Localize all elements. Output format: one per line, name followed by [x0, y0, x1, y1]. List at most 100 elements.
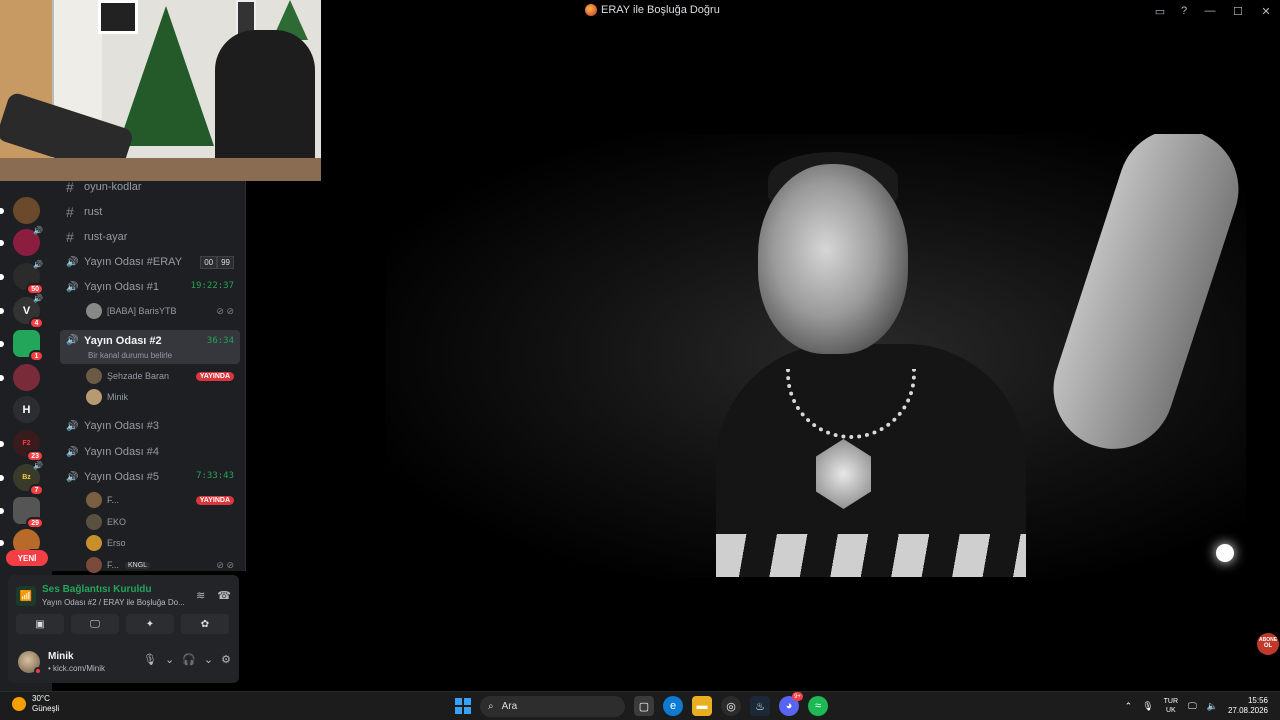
voice-connection-panel: 📶 Ses Bağlantısı Kuruldu Yayın Odası #2 …	[8, 575, 239, 683]
server-icon[interactable]: 1	[0, 330, 44, 362]
volume-icon[interactable]: 🔈	[1207, 701, 1218, 712]
weather-widget[interactable]: 30°C Güneşli	[12, 694, 59, 715]
new-servers-badge[interactable]: YENİ	[6, 550, 48, 566]
subscribe-badge[interactable]: ABONE OL	[1257, 633, 1279, 655]
language-indicator[interactable]: TUR UK	[1164, 697, 1178, 715]
chevron-up-icon[interactable]: ⌃	[1125, 701, 1133, 712]
christmas-tree	[118, 6, 214, 146]
start-button[interactable]	[455, 698, 471, 714]
voice-user[interactable]: [BABA] BarisYTB ⊘ ⊘	[86, 301, 238, 321]
muted-icon: ⊘ ⊘	[216, 559, 234, 570]
user-name: Minik	[48, 651, 74, 662]
speaker-icon: 🔊	[33, 226, 43, 235]
screen-share-button[interactable]: 🖵	[71, 614, 119, 634]
voice-channel-eray[interactable]: 🔊 Yayın Odası #ERAY 00 99	[60, 251, 240, 273]
voice-channel-5[interactable]: 🔊 Yayın Odası #5 7:33:43	[60, 466, 240, 488]
speaker-icon: 🔊	[66, 420, 79, 432]
spotify-icon[interactable]: ≈	[808, 696, 828, 716]
window-title: ERAY ile Boşluğa Doğru	[585, 4, 720, 16]
muted-icon: ⊘ ⊘	[216, 305, 234, 316]
disconnect-icon[interactable]: ☎	[217, 589, 231, 602]
hash-icon: #	[66, 179, 74, 195]
voice-user[interactable]: EKO	[86, 512, 238, 532]
avatar	[86, 514, 102, 530]
avatar	[86, 535, 102, 551]
edge-icon[interactable]: e	[663, 696, 683, 716]
server-icon[interactable]: 🔊 V 4	[0, 294, 44, 329]
voice-status[interactable]: Ses Bağlantısı Kuruldu	[42, 584, 151, 595]
voice-user[interactable]: Şehzade Baran YAYINDA	[86, 366, 238, 386]
performer	[758, 164, 908, 354]
avatar	[86, 492, 102, 508]
discord-window: ERAY ile Boşluğa Doğru ▭ ? — ☐ ✕ 🔊 🔊 50 🔊…	[0, 0, 1280, 720]
channel-status[interactable]: Bir kanal durumu belirle	[88, 351, 172, 360]
clock[interactable]: 15:56 27.08.2026	[1228, 696, 1268, 717]
soundboard-button[interactable]: ✿	[181, 614, 229, 634]
channel-rust-ayar[interactable]: # rust-ayar	[60, 226, 240, 248]
voice-channel-2[interactable]: 🔊 Yayın Odası #2 36:34 Bir kanal durumu …	[60, 330, 240, 364]
speaker-icon: 🔊	[33, 294, 43, 303]
voice-channel-4[interactable]: 🔊 Yayın Odası #4	[60, 441, 240, 463]
speaker-icon: 🔊	[66, 471, 79, 483]
network-icon[interactable]: 🖵	[1188, 701, 1197, 712]
weather-desc: Güneşli	[32, 704, 60, 714]
channel-rust[interactable]: # rust	[60, 201, 240, 223]
gear-icon[interactable]: ⚙	[221, 653, 231, 666]
voice-user[interactable]: Minik	[86, 387, 238, 407]
server-icon[interactable]: 🔊 50	[0, 260, 44, 295]
avatar	[86, 303, 102, 319]
taskbar-apps: ▢ e ▬ ◎ ♨ ◕ 9+ ≈	[634, 692, 828, 716]
voice-channel-1[interactable]: 🔊 Yayın Odası #1 19:22:37	[60, 276, 240, 298]
close-button[interactable]: ✕	[1252, 0, 1280, 22]
stream-favicon-icon	[585, 4, 597, 16]
speaker-icon: 🔊	[33, 461, 43, 470]
server-icon[interactable]	[0, 197, 40, 224]
mention-badge: 1	[29, 350, 44, 362]
user-custom-status: • kick.com/Minik	[48, 664, 106, 673]
help-icon[interactable]: ?	[1172, 0, 1196, 22]
search-placeholder: Ara	[501, 701, 518, 712]
minimize-button[interactable]: —	[1196, 0, 1224, 22]
webcam-overlay	[0, 0, 321, 181]
server-icon[interactable]: H	[13, 396, 40, 423]
server-icon[interactable]	[0, 364, 40, 391]
obs-icon[interactable]: ◎	[721, 696, 741, 716]
speaker-icon: 🔊	[33, 260, 43, 269]
clan-tag: KNGL	[125, 561, 151, 569]
video-frame	[386, 134, 1246, 577]
discord-badge: 9+	[792, 692, 803, 701]
signal-icon[interactable]: 📶	[16, 586, 36, 606]
taskbar-search[interactable]: ⌕ Ara	[480, 696, 625, 717]
server-icon[interactable]: F2 23	[0, 430, 44, 462]
live-badge: YAYINDA	[195, 495, 234, 505]
server-icon[interactable]: 29	[0, 497, 44, 529]
voice-user[interactable]: Erso	[86, 533, 238, 553]
microphone-icon[interactable]: 🎙	[1142, 701, 1153, 712]
mention-badge: 7	[29, 484, 44, 496]
window-title-text: ERAY ile Boşluğa Doğru	[601, 4, 720, 16]
voice-user[interactable]: F... YAYINDA	[86, 490, 238, 510]
discord-icon[interactable]: ◕ 9+	[779, 692, 803, 716]
live-badge: YAYINDA	[195, 371, 234, 381]
maximize-button[interactable]: ☐	[1224, 0, 1252, 22]
file-explorer-icon[interactable]: ▬	[692, 696, 712, 716]
headphones-icon[interactable]: 🎧	[182, 653, 196, 666]
microphone-icon[interactable]: 🎙	[143, 653, 157, 666]
task-view-icon[interactable]: ▢	[634, 696, 654, 716]
chevron-down-icon[interactable]: ⌄	[165, 653, 174, 666]
channel-timer: 7:33:43	[196, 471, 234, 481]
channel-list: # oyun-kodlar # rust # rust-ayar 🔊 Yayın Od…	[52, 179, 246, 573]
inbox-icon[interactable]: ▭	[1148, 0, 1172, 22]
noise-suppression-icon[interactable]: ≋	[196, 589, 205, 602]
voice-channel-3[interactable]: 🔊 Yayın Odası #3	[60, 415, 240, 437]
server-icon[interactable]: 🔊	[0, 226, 43, 256]
chevron-down-icon[interactable]: ⌄	[204, 653, 213, 666]
steam-icon[interactable]: ♨	[750, 696, 770, 716]
speaker-icon: 🔊	[66, 256, 79, 268]
voice-channel-link[interactable]: Yayın Odası #2 / ERAY ile Boşluğa Do...	[42, 598, 185, 607]
server-icon[interactable]: 🔊 Bz 7	[0, 461, 44, 496]
voice-user[interactable]: F... KNGL ⊘ ⊘	[86, 555, 238, 575]
camera-toggle-button[interactable]: ▣	[16, 614, 64, 634]
stream-view[interactable]: ABONE OL	[246, 22, 1280, 691]
activities-button[interactable]: ✦	[126, 614, 174, 634]
